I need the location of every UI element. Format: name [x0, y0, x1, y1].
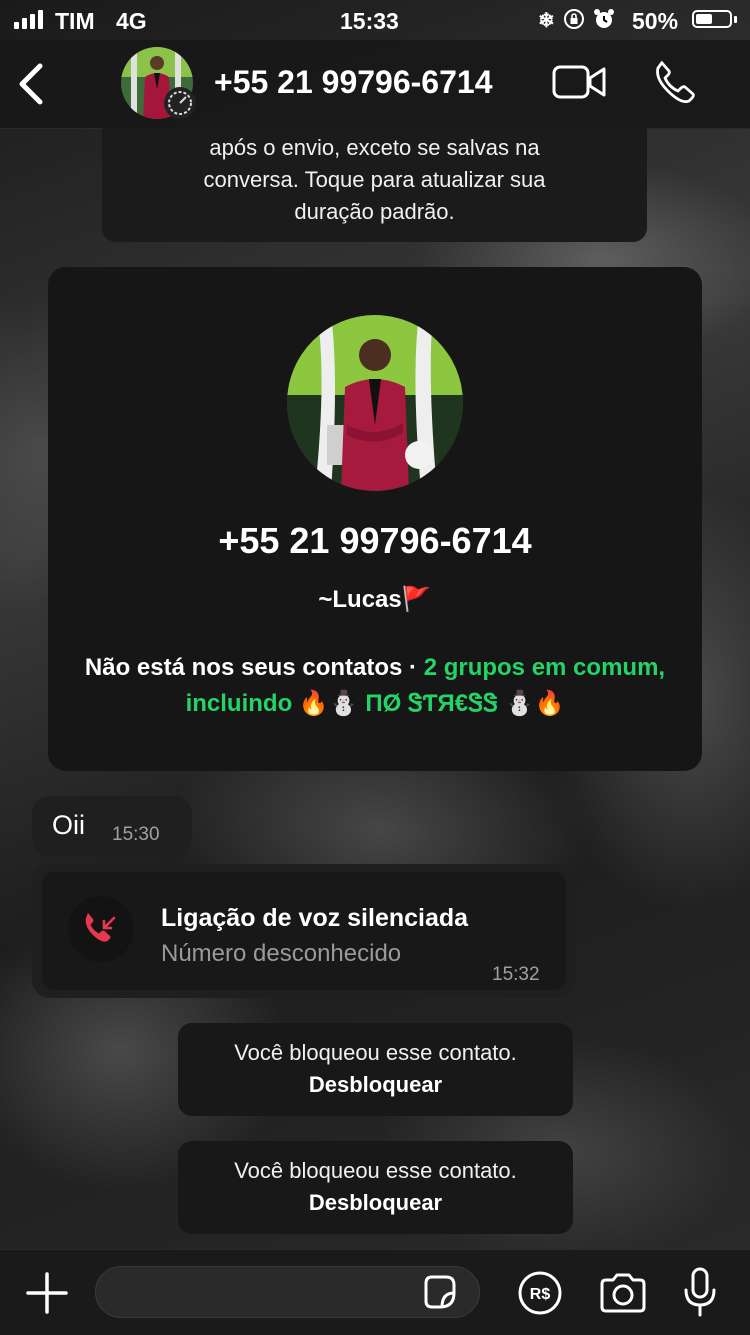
unblock-link[interactable]: Desbloquear [178, 1187, 573, 1219]
blocked-contact-notice[interactable]: Você bloqueou esse contato. Desbloquear [178, 1141, 573, 1234]
profile-info: Não está nos seus contatos · 2 grupos em… [78, 650, 672, 722]
svg-text:R$: R$ [530, 1286, 551, 1303]
notice-line: após o envio, exceto se salvas na [209, 135, 540, 160]
network-type: 4G [116, 8, 147, 34]
blocked-text: Você bloqueou esse contato. [234, 1040, 517, 1065]
unblock-link[interactable]: Desbloquear [178, 1069, 573, 1101]
camera-icon [600, 1273, 646, 1313]
chat-header: +55 21 99796-6714 [0, 40, 750, 129]
camera-button[interactable] [598, 1272, 648, 1314]
call-time: 15:32 [492, 964, 540, 985]
carrier-name: TIM [55, 8, 95, 34]
incoming-message[interactable]: Oii 15:30 [32, 796, 192, 857]
attach-button[interactable] [24, 1270, 70, 1316]
snowflake-icon: ❄ [538, 10, 555, 32]
message-time: 15:30 [112, 824, 160, 845]
message-input-bar: R$ [0, 1249, 750, 1335]
notice-line: conversa. Toque para atualizar sua [203, 167, 546, 192]
call-title: Ligação de voz silenciada [161, 904, 469, 932]
profile-phone-number: +55 21 99796-6714 [218, 520, 532, 561]
missed-call-icon [68, 896, 134, 962]
payment-button[interactable]: R$ [517, 1270, 563, 1316]
disappearing-timer-icon [164, 87, 196, 119]
plus-icon [26, 1272, 68, 1314]
signal-strength-icon [14, 10, 43, 29]
battery-percent: 50% [632, 8, 679, 34]
alarm-icon [593, 8, 615, 33]
battery-tip [734, 16, 737, 23]
sticker-button[interactable] [420, 1273, 458, 1311]
chevron-left-icon [19, 63, 43, 105]
status-bar: TIM 4G 15:33 ❄ 50% [0, 0, 750, 40]
not-in-contacts-text: Não está nos seus contatos · [84, 654, 424, 681]
status-icons: ❄ [538, 8, 615, 33]
contact-profile-card: +55 21 99796-6714 ~Lucas🚩 Não está nos s… [48, 267, 702, 771]
silenced-call-message[interactable]: Ligação de voz silenciada Número desconh… [32, 864, 576, 998]
voice-note-button[interactable] [682, 1266, 718, 1318]
battery-icon [692, 10, 732, 28]
video-camera-icon [552, 65, 606, 99]
profile-photo[interactable] [287, 315, 463, 491]
microphone-icon [684, 1267, 716, 1317]
pix-icon: R$ [518, 1271, 562, 1315]
call-card[interactable]: Ligação de voz silenciada Número desconh… [42, 872, 566, 990]
message-text: Oii [52, 810, 85, 840]
back-button[interactable] [14, 62, 50, 106]
blocked-text: Você bloqueou esse contato. [234, 1158, 517, 1183]
blocked-contact-notice[interactable]: Você bloqueou esse contato. Desbloquear [178, 1023, 573, 1116]
status-time: 15:33 [340, 8, 399, 34]
video-call-button[interactable] [552, 64, 606, 100]
disappearing-messages-notice[interactable]: após o envio, exceto se salvas na conver… [102, 128, 647, 242]
profile-push-name: ~Lucas🚩 [318, 586, 432, 613]
contact-title[interactable]: +55 21 99796-6714 [214, 64, 492, 101]
orientation-lock-icon [563, 8, 585, 33]
voice-call-button[interactable] [652, 60, 696, 104]
sticker-icon [424, 1275, 456, 1309]
phone-icon [656, 61, 695, 104]
notice-line: duração padrão. [294, 199, 455, 224]
call-subtitle: Número desconhecido [161, 940, 402, 967]
